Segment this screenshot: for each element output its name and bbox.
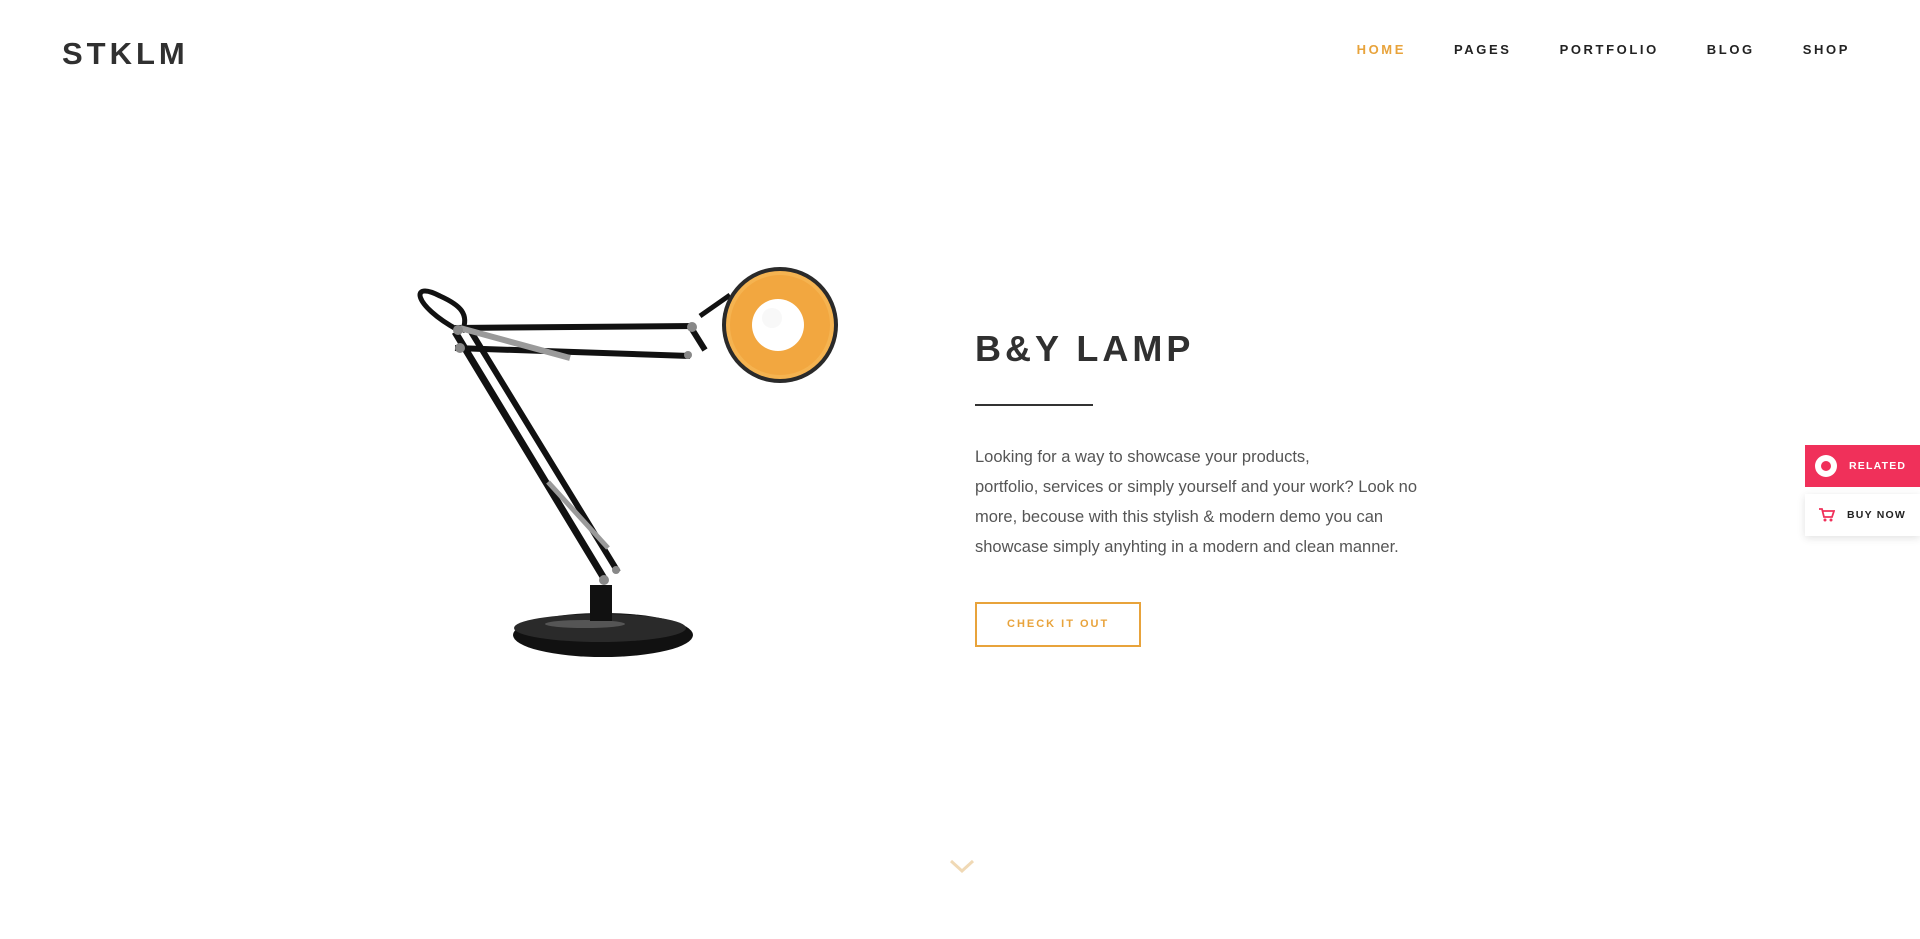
hero-content: B&Y LAMP Looking for a way to showcase y… [975, 328, 1435, 647]
nav-item-blog[interactable]: BLOG [1707, 40, 1755, 60]
cart-icon [1819, 508, 1835, 522]
hero-description-line: Looking for a way to showcase your produ… [975, 448, 1310, 466]
related-label: RELATED [1849, 460, 1907, 472]
nav-item-shop[interactable]: SHOP [1803, 40, 1850, 60]
chevron-down-icon[interactable] [948, 856, 976, 876]
site-header: STKLM HOME PAGES PORTFOLIO BLOG SHOP [0, 0, 1920, 110]
title-divider [975, 404, 1093, 406]
nav-item-portfolio[interactable]: PORTFOLIO [1560, 40, 1659, 60]
nav-item-pages[interactable]: PAGES [1454, 40, 1512, 60]
buy-now-widget-button[interactable]: BUY NOW [1805, 494, 1920, 536]
lamp-product-image [417, 267, 838, 657]
buy-now-label: BUY NOW [1847, 509, 1906, 521]
related-widget-button[interactable]: RELATED [1805, 445, 1920, 487]
hero-title: B&Y LAMP [975, 328, 1195, 369]
site-logo[interactable]: STKLM [62, 36, 189, 72]
hero-description-line: more, becouse with this stylish & modern… [975, 508, 1384, 526]
hero-description-line: showcase simply anyhting in a modern and… [975, 538, 1399, 556]
ring-icon [1815, 455, 1837, 477]
hero-description-line: portfolio, services or simply yourself a… [975, 478, 1418, 496]
main-nav: HOME PAGES PORTFOLIO BLOG SHOP [1309, 40, 1850, 60]
nav-item-home[interactable]: HOME [1357, 40, 1406, 60]
hero-description: Looking for a way to showcase your produ… [975, 442, 1445, 562]
check-it-out-button[interactable]: CHECK IT OUT [975, 602, 1142, 647]
